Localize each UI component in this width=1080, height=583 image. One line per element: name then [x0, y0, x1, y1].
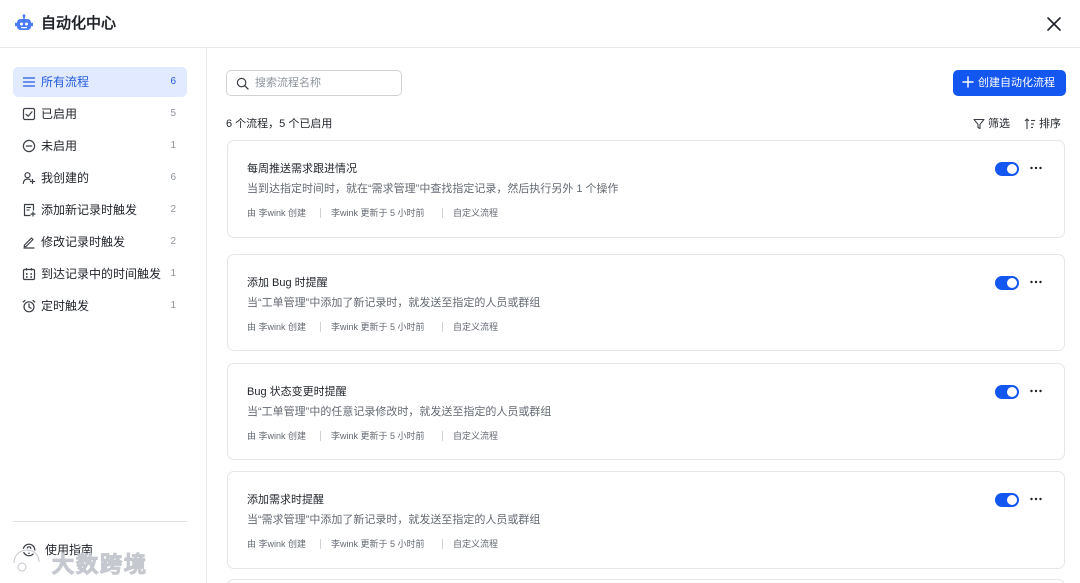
watermark-logo-icon — [12, 548, 41, 574]
workflow-updated: 李wink 更新于 5 小时前 — [331, 208, 425, 218]
sort-icon — [1024, 118, 1035, 129]
workflow-description: 当“需求管理”中添加了新记录时，就发送至指定的人员或群组 — [247, 514, 541, 526]
sidebar-item-count: 1 — [170, 140, 176, 151]
workflow-enabled-toggle[interactable] — [995, 385, 1019, 399]
sidebar: 所有流程 6 已启用 5 未启用 1 我创建的 6 添加新记录时触发 2 修改记… — [0, 48, 207, 583]
more-options-icon[interactable] — [1029, 492, 1043, 506]
sidebar-divider — [13, 521, 187, 522]
workflow-card[interactable]: Bug 状态变更时提醒 当“工单管理”中的任意记录修改时，就发送至指定的人员或群… — [227, 363, 1065, 460]
workflow-creator: 由 李wink 创建 — [247, 431, 307, 441]
search-input[interactable] — [255, 74, 395, 92]
app-title: 自动化中心 — [41, 15, 117, 32]
workflow-updated: 李wink 更新于 5 小时前 — [331, 539, 425, 549]
sidebar-item-label: 修改记录时触发 — [41, 235, 126, 249]
toggle-knob — [1007, 495, 1017, 505]
sidebar-item-on-record-added[interactable]: 添加新记录时触发 2 — [13, 195, 187, 225]
calendar-icon — [22, 268, 36, 281]
workflow-enabled-toggle[interactable] — [995, 276, 1019, 290]
create-workflow-button[interactable]: 创建自动化流程 — [953, 70, 1066, 96]
user-add-icon — [22, 172, 36, 185]
create-workflow-label: 创建自动化流程 — [978, 77, 1055, 89]
workflow-card[interactable]: 添加需求时提醒 当“需求管理”中添加了新记录时，就发送至指定的人员或群组 由 李… — [227, 471, 1065, 569]
workflow-creator: 由 李wink 创建 — [247, 322, 307, 332]
toggle-knob — [1007, 164, 1017, 174]
sidebar-item-all-workflows[interactable]: 所有流程 6 — [13, 67, 187, 97]
sidebar-item-created-by-me[interactable]: 我创建的 6 — [13, 163, 187, 193]
sidebar-item-label: 所有流程 — [41, 75, 90, 89]
sidebar-item-count: 6 — [170, 172, 176, 183]
workflow-description: 当到达指定时间时，就在“需求管理”中查找指定记录，然后执行另外 1 个操作 — [247, 183, 619, 195]
sidebar-item-disabled[interactable]: 未启用 1 — [13, 131, 187, 161]
meta-separator — [320, 322, 321, 332]
sort-label: 排序 — [1039, 118, 1061, 130]
sidebar-item-label: 我创建的 — [41, 171, 90, 185]
meta-separator — [442, 539, 443, 549]
sidebar-item-label: 定时触发 — [41, 299, 90, 313]
minus-circle-icon — [22, 139, 36, 153]
filter-label: 筛选 — [988, 118, 1010, 130]
sidebar-item-count: 6 — [170, 76, 176, 87]
workflow-title: 每周推送需求跟进情况 — [247, 163, 357, 175]
toggle-knob — [1007, 387, 1017, 397]
more-options-icon[interactable] — [1029, 384, 1043, 398]
workflow-type: 自定义流程 — [453, 208, 499, 218]
meta-separator — [442, 322, 443, 332]
robot-icon — [15, 14, 33, 30]
search-icon — [236, 77, 249, 90]
workflow-enabled-toggle[interactable] — [995, 493, 1019, 507]
meta-separator — [320, 431, 321, 441]
workflow-type: 自定义流程 — [453, 539, 499, 549]
sidebar-item-label: 到达记录中的时间触发 — [41, 267, 162, 281]
workflow-description: 当“工单管理”中添加了新记录时，就发送至指定的人员或群组 — [247, 297, 541, 309]
meta-separator — [442, 208, 443, 218]
search-box[interactable] — [226, 70, 402, 96]
workflow-description: 当“工单管理”中的任意记录修改时，就发送至指定的人员或群组 — [247, 406, 552, 418]
workflow-updated: 李wink 更新于 5 小时前 — [331, 431, 425, 441]
workflow-enabled-toggle[interactable] — [995, 162, 1019, 176]
list-icon — [22, 77, 36, 87]
workflow-title: 添加 Bug 时提醒 — [247, 277, 328, 289]
workflow-creator: 由 李wink 创建 — [247, 208, 307, 218]
workflow-title: Bug 状态变更时提醒 — [247, 386, 347, 398]
sidebar-item-count: 5 — [170, 108, 176, 119]
sidebar-item-count: 2 — [170, 204, 176, 215]
workflow-summary: 6 个流程，5 个已启用 — [226, 118, 333, 130]
meta-separator — [320, 539, 321, 549]
sidebar-item-label: 未启用 — [41, 139, 78, 153]
sidebar-item-on-record-modified[interactable]: 修改记录时触发 2 — [13, 227, 187, 257]
workflow-card[interactable]: 添加 Bug 时提醒 当“工单管理”中添加了新记录时，就发送至指定的人员或群组 … — [227, 254, 1065, 351]
sidebar-item-count: 2 — [170, 236, 176, 247]
alarm-clock-icon — [22, 299, 36, 313]
plus-icon — [962, 76, 974, 88]
more-options-icon[interactable] — [1029, 275, 1043, 289]
workflow-card[interactable] — [227, 579, 1065, 583]
add-record-icon — [23, 203, 36, 217]
sidebar-item-count: 1 — [170, 300, 176, 311]
edit-icon — [23, 237, 35, 249]
sidebar-item-on-record-time[interactable]: 到达记录中的时间触发 1 — [13, 259, 187, 289]
workflow-card[interactable]: 每周推送需求跟进情况 当到达指定时间时，就在“需求管理”中查找指定记录，然后执行… — [227, 140, 1065, 238]
sidebar-item-count: 1 — [170, 268, 176, 279]
more-options-icon[interactable] — [1029, 161, 1043, 175]
workflow-type: 自定义流程 — [453, 431, 499, 441]
toggle-knob — [1007, 278, 1017, 288]
sidebar-item-label: 添加新记录时触发 — [41, 203, 138, 217]
meta-separator — [320, 208, 321, 218]
workflow-updated: 李wink 更新于 5 小时前 — [331, 322, 425, 332]
close-icon[interactable] — [1043, 13, 1065, 35]
watermark-text: 大数跨境 — [51, 553, 149, 579]
meta-separator — [442, 431, 443, 441]
sidebar-item-enabled[interactable]: 已启用 5 — [13, 99, 187, 129]
workflow-creator: 由 李wink 创建 — [247, 539, 307, 549]
filter-icon — [973, 118, 985, 130]
sidebar-item-scheduled[interactable]: 定时触发 1 — [13, 291, 187, 321]
sidebar-item-label: 已启用 — [41, 107, 78, 121]
checkbox-icon — [22, 107, 36, 121]
workflow-type: 自定义流程 — [453, 322, 499, 332]
workflow-title: 添加需求时提醒 — [247, 494, 324, 506]
header-bar: 自动化中心 — [0, 0, 1080, 48]
